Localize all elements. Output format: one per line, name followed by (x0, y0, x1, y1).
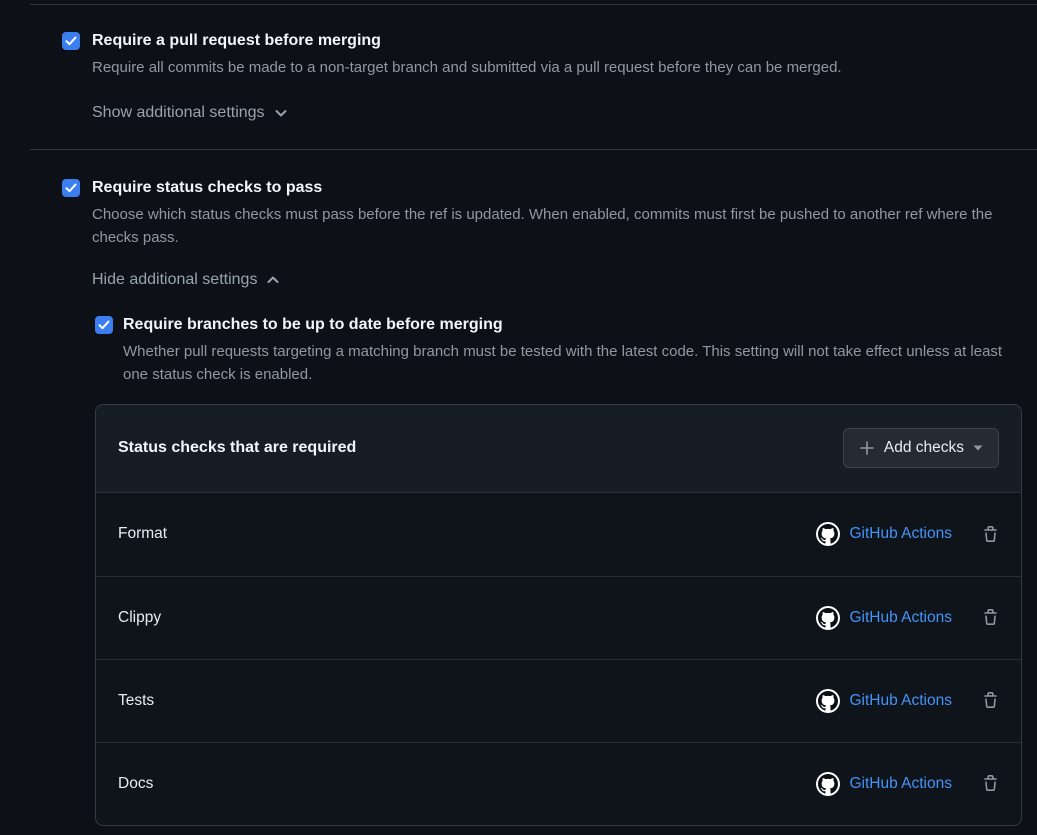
github-actions-link[interactable]: GitHub Actions (849, 775, 952, 793)
github-actions-avatar (816, 606, 840, 630)
check-icon (65, 36, 77, 46)
github-actions-link[interactable]: GitHub Actions (849, 609, 952, 627)
toggle-label: Show additional settings (92, 102, 265, 124)
check-icon (98, 320, 110, 330)
check-name: Docs (118, 775, 153, 793)
github-mark-icon (818, 608, 838, 628)
chevron-down-icon (274, 106, 288, 120)
add-checks-label: Add checks (884, 439, 964, 457)
github-mark-icon (818, 774, 838, 794)
rule-title: Require status checks to pass (92, 177, 1037, 199)
hide-additional-settings-toggle[interactable]: Hide additional settings (92, 269, 280, 291)
rule-status-checks: Require status checks to pass Choose whi… (62, 177, 1037, 826)
status-check-row: Clippy GitHub Actions (96, 576, 1021, 659)
github-actions-link[interactable]: GitHub Actions (849, 692, 952, 710)
trash-icon (982, 775, 999, 792)
rule-description: Require all commits be made to a non-tar… (92, 56, 1027, 80)
pull-request-checkbox[interactable] (62, 32, 80, 50)
rule-title: Require a pull request before merging (92, 30, 1037, 52)
check-name: Tests (118, 692, 154, 710)
status-check-row: Docs GitHub Actions (96, 742, 1021, 825)
plus-icon (859, 440, 875, 456)
chevron-up-icon (266, 273, 280, 287)
delete-check-button[interactable] (982, 526, 999, 543)
check-icon (65, 183, 77, 193)
required-status-checks-panel: Status checks that are required Add chec… (95, 404, 1022, 826)
status-checks-checkbox[interactable] (62, 179, 80, 197)
caret-down-icon (973, 445, 983, 451)
section-divider (30, 4, 1037, 5)
delete-check-button[interactable] (982, 609, 999, 626)
up-to-date-checkbox[interactable] (95, 316, 113, 334)
trash-icon (982, 526, 999, 543)
github-mark-icon (818, 691, 838, 711)
add-checks-button[interactable]: Add checks (843, 428, 999, 468)
rule-description: Choose which status checks must pass bef… (92, 203, 1022, 250)
section-divider (30, 149, 1037, 150)
panel-header: Status checks that are required Add chec… (96, 405, 1021, 493)
show-additional-settings-toggle[interactable]: Show additional settings (92, 102, 288, 124)
github-actions-avatar (816, 522, 840, 546)
trash-icon (982, 609, 999, 626)
rule-pull-request: Require a pull request before merging Re… (62, 30, 1037, 124)
check-name: Clippy (118, 609, 161, 627)
panel-title: Status checks that are required (118, 439, 356, 457)
github-actions-avatar (816, 689, 840, 713)
check-name: Format (118, 525, 167, 543)
status-check-row: Format GitHub Actions (96, 493, 1021, 576)
toggle-label: Hide additional settings (92, 269, 257, 291)
delete-check-button[interactable] (982, 775, 999, 792)
rule-description: Whether pull requests targeting a matchi… (123, 340, 1003, 387)
status-check-row: Tests GitHub Actions (96, 659, 1021, 742)
rule-up-to-date: Require branches to be up to date before… (95, 314, 1037, 387)
github-actions-avatar (816, 772, 840, 796)
github-mark-icon (818, 524, 838, 544)
rule-title: Require branches to be up to date before… (123, 314, 1037, 336)
trash-icon (982, 692, 999, 709)
github-actions-link[interactable]: GitHub Actions (849, 525, 952, 543)
delete-check-button[interactable] (982, 692, 999, 709)
